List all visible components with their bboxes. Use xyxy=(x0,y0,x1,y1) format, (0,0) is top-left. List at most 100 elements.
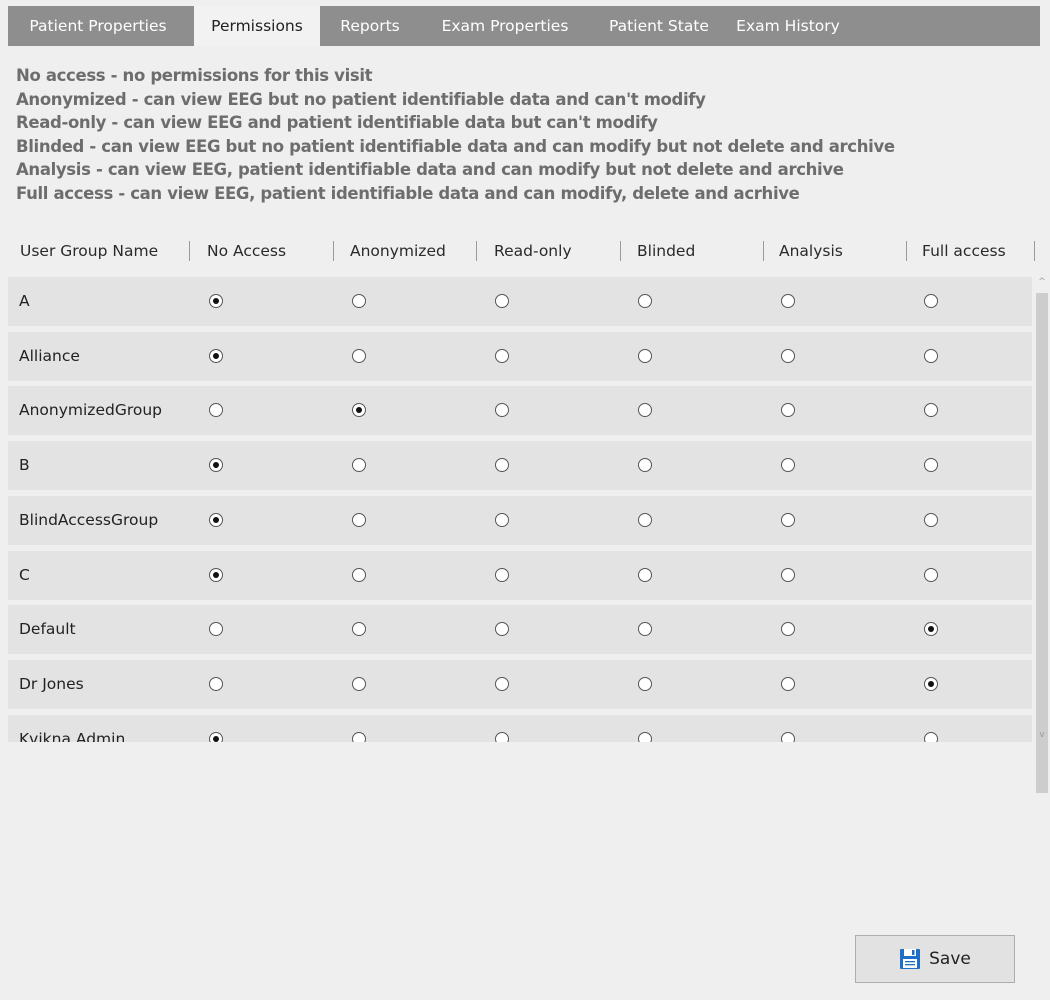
user-group-name: Default xyxy=(19,620,76,639)
radio-anonymized[interactable] xyxy=(352,676,366,691)
radio-no-access[interactable] xyxy=(209,512,223,527)
user-group-name: Dr Jones xyxy=(19,674,84,693)
column-header-anonymized[interactable]: Anonymized xyxy=(350,227,446,275)
vertical-scrollbar[interactable]: ^ v xyxy=(1033,275,1050,793)
radio-anonymized[interactable] xyxy=(352,348,366,363)
radio-blinded[interactable] xyxy=(638,348,652,363)
radio-analysis[interactable] xyxy=(781,294,795,308)
tab-patient-state[interactable]: Patient State xyxy=(596,6,722,46)
permissions-grid: A Alliance AnonymizedGroup B BlindAccessGrou… xyxy=(8,275,1032,742)
radio-anonymized[interactable] xyxy=(352,403,366,418)
radio-full-access[interactable] xyxy=(924,567,938,582)
radio-read-only[interactable] xyxy=(495,403,509,418)
tab-reports[interactable]: Reports xyxy=(326,6,414,46)
radio-read-only[interactable] xyxy=(495,348,509,363)
table-row: Kvikna Admin xyxy=(8,714,1032,742)
radio-anonymized[interactable] xyxy=(352,458,366,473)
radio-blinded[interactable] xyxy=(638,676,652,691)
column-divider[interactable] xyxy=(1034,241,1035,261)
legend-anonymized: Anonymized - can view EEG but no patient… xyxy=(16,89,706,109)
table-row: Alliance xyxy=(8,331,1032,381)
radio-full-access[interactable] xyxy=(924,458,938,473)
radio-no-access[interactable] xyxy=(209,403,223,418)
radio-blinded[interactable] xyxy=(638,512,652,527)
column-header-user-group-name[interactable]: User Group Name xyxy=(20,227,158,275)
scroll-up-arrow-icon[interactable]: ^ xyxy=(1037,277,1047,287)
radio-analysis[interactable] xyxy=(781,403,795,418)
column-header-read-only[interactable]: Read-only xyxy=(494,227,572,275)
legend-analysis: Analysis - can view EEG, patient identif… xyxy=(16,160,844,179)
permissions-legend: No access - no permissions for this visi… xyxy=(16,64,1036,205)
table-row: Default xyxy=(8,605,1032,655)
column-header-analysis[interactable]: Analysis xyxy=(779,227,843,275)
table-row: Dr Jones xyxy=(8,659,1032,709)
radio-blinded[interactable] xyxy=(638,458,652,473)
radio-analysis[interactable] xyxy=(781,731,795,742)
radio-no-access[interactable] xyxy=(209,622,223,637)
save-button-label: Save xyxy=(929,949,971,969)
column-header-no-access[interactable]: No Access xyxy=(207,227,286,275)
radio-read-only[interactable] xyxy=(495,294,509,308)
radio-blinded[interactable] xyxy=(638,567,652,582)
radio-no-access[interactable] xyxy=(209,676,223,691)
radio-read-only[interactable] xyxy=(495,676,509,691)
save-button[interactable]: Save xyxy=(855,935,1015,983)
radio-blinded[interactable] xyxy=(638,403,652,418)
radio-full-access[interactable] xyxy=(924,622,938,637)
column-divider[interactable] xyxy=(620,241,621,261)
table-row: B xyxy=(8,441,1032,491)
radio-read-only[interactable] xyxy=(495,567,509,582)
radio-no-access[interactable] xyxy=(209,348,223,363)
radio-analysis[interactable] xyxy=(781,567,795,582)
radio-full-access[interactable] xyxy=(924,676,938,691)
scrollbar-thumb[interactable] xyxy=(1036,293,1048,793)
column-divider[interactable] xyxy=(333,241,334,261)
legend-no-access: No access - no permissions for this visi… xyxy=(16,66,373,85)
legend-blinded: Blinded - can view EEG but no patient id… xyxy=(16,136,895,156)
radio-analysis[interactable] xyxy=(781,622,795,637)
radio-no-access[interactable] xyxy=(209,294,223,308)
radio-no-access[interactable] xyxy=(209,458,223,473)
user-group-name: C xyxy=(19,565,30,584)
radio-no-access[interactable] xyxy=(209,731,223,742)
radio-anonymized[interactable] xyxy=(352,512,366,527)
radio-read-only[interactable] xyxy=(495,622,509,637)
radio-read-only[interactable] xyxy=(495,458,509,473)
column-header-full-access[interactable]: Full access xyxy=(922,227,1006,275)
table-row: A xyxy=(8,277,1032,326)
radio-read-only[interactable] xyxy=(495,512,509,527)
radio-no-access[interactable] xyxy=(209,567,223,582)
column-divider[interactable] xyxy=(476,241,477,261)
radio-full-access[interactable] xyxy=(924,294,938,308)
column-divider[interactable] xyxy=(189,241,190,261)
radio-full-access[interactable] xyxy=(924,348,938,363)
radio-anonymized[interactable] xyxy=(352,294,366,308)
radio-analysis[interactable] xyxy=(781,676,795,691)
tab-permissions[interactable]: Permissions xyxy=(194,6,320,46)
tab-exam-history[interactable]: Exam History xyxy=(728,6,848,46)
radio-read-only[interactable] xyxy=(495,731,509,742)
radio-full-access[interactable] xyxy=(924,512,938,527)
column-divider[interactable] xyxy=(906,241,907,261)
radio-full-access[interactable] xyxy=(924,403,938,418)
legend-full-access: Full access - can view EEG, patient iden… xyxy=(16,183,800,203)
radio-analysis[interactable] xyxy=(781,458,795,473)
user-group-name: Alliance xyxy=(19,346,80,365)
radio-anonymized[interactable] xyxy=(352,731,366,742)
radio-analysis[interactable] xyxy=(781,348,795,363)
column-header-blinded[interactable]: Blinded xyxy=(637,227,695,275)
radio-blinded[interactable] xyxy=(638,731,652,742)
table-row: AnonymizedGroup xyxy=(8,386,1032,436)
tab-patient-properties[interactable]: Patient Properties xyxy=(8,6,188,46)
scroll-down-arrow-icon[interactable]: v xyxy=(1037,730,1047,740)
floppy-disk-icon xyxy=(900,949,921,969)
column-divider[interactable] xyxy=(763,241,764,261)
radio-analysis[interactable] xyxy=(781,512,795,527)
radio-blinded[interactable] xyxy=(638,622,652,637)
tab-exam-properties[interactable]: Exam Properties xyxy=(422,6,588,46)
radio-anonymized[interactable] xyxy=(352,567,366,582)
radio-anonymized[interactable] xyxy=(352,622,366,637)
radio-blinded[interactable] xyxy=(638,294,652,308)
radio-full-access[interactable] xyxy=(924,731,938,742)
table-header: User Group Name No Access Anonymized Rea… xyxy=(8,227,1040,275)
